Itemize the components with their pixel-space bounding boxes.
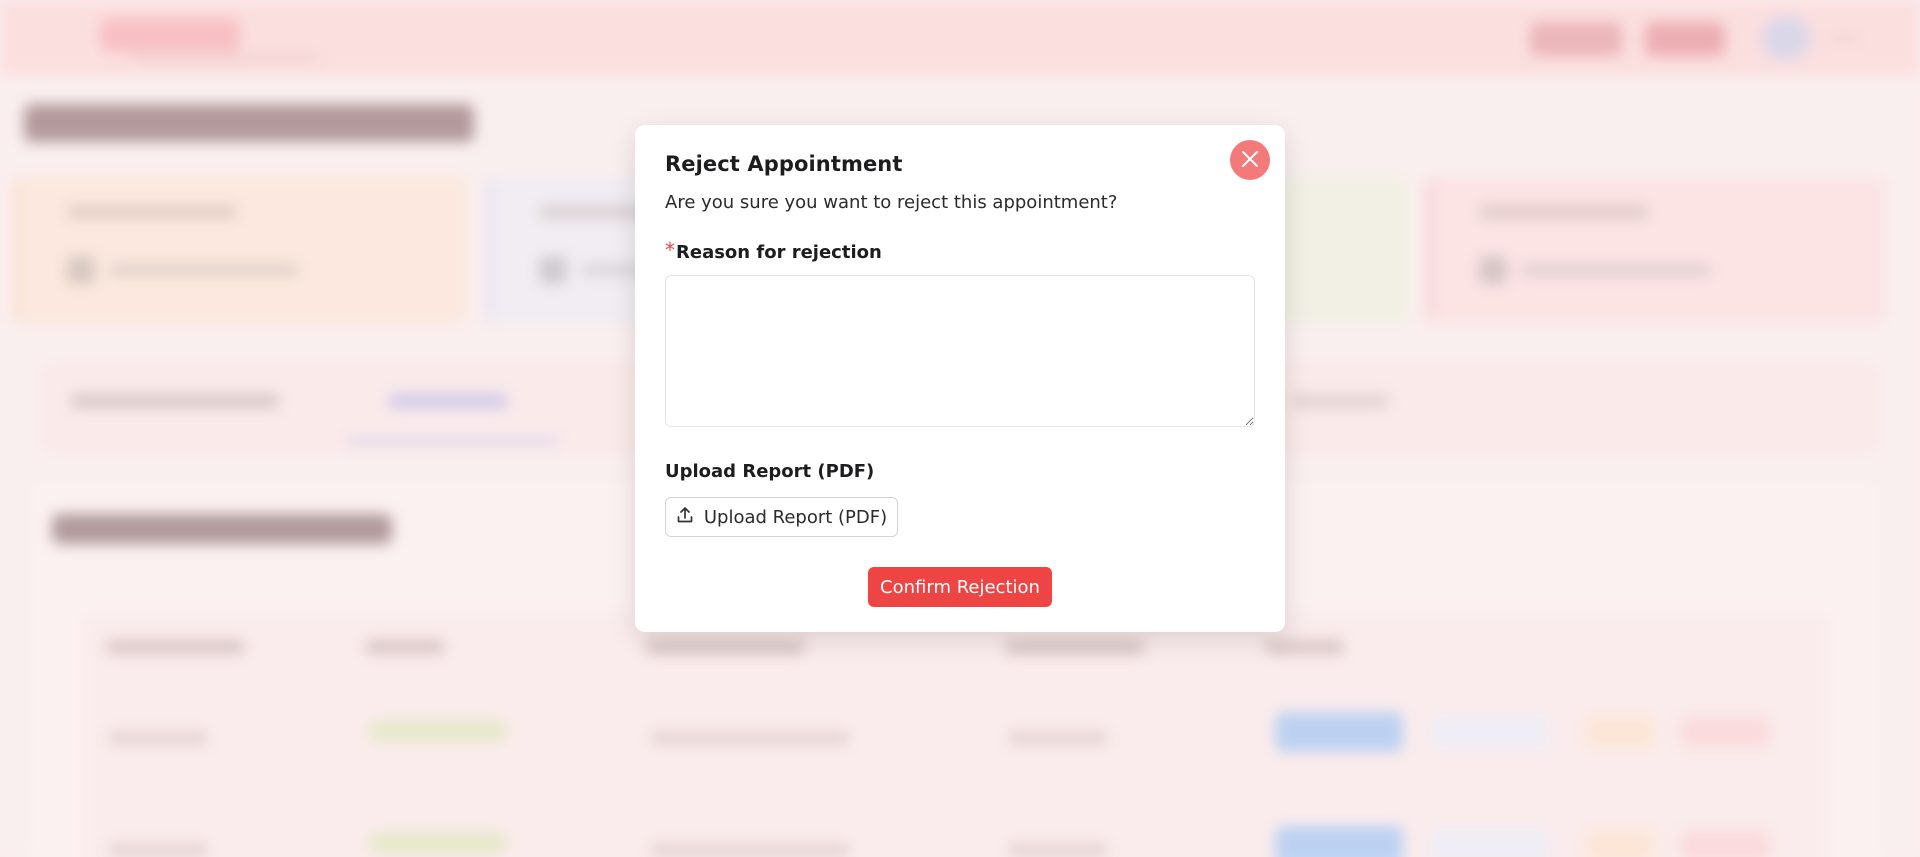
upload-button-label: Upload Report (PDF) xyxy=(703,506,888,528)
dialog-description: Are you sure you want to reject this app… xyxy=(665,192,1118,213)
reason-textarea[interactable] xyxy=(665,275,1255,427)
upload-icon xyxy=(676,506,694,529)
reason-label-text: Reason for rejection xyxy=(676,242,882,263)
dialog-title: Reject Appointment xyxy=(665,152,903,176)
reason-field-label: *Reason for rejection xyxy=(665,238,882,263)
close-icon xyxy=(1241,150,1259,171)
upload-report-label: Upload Report (PDF) xyxy=(665,461,875,482)
close-button[interactable] xyxy=(1230,140,1270,180)
reject-appointment-dialog: Reject Appointment Are you sure you want… xyxy=(635,125,1285,632)
confirm-rejection-button[interactable]: Confirm Rejection xyxy=(868,567,1052,607)
required-marker: * xyxy=(665,238,675,262)
upload-report-button[interactable]: Upload Report (PDF) xyxy=(665,497,898,537)
